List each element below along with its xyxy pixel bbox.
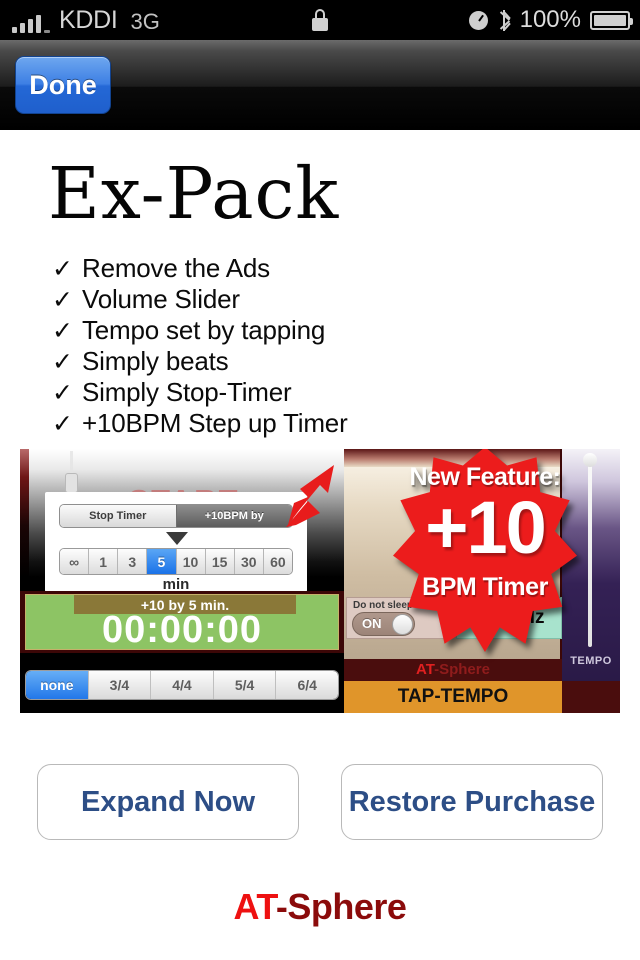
check-icon: ✓ xyxy=(52,348,73,376)
check-icon: ✓ xyxy=(52,255,73,283)
beats-bar: none 3/4 4/4 5/4 6/4 xyxy=(20,657,344,713)
bluetooth-icon xyxy=(497,9,511,31)
minutes-segmented-control: ∞ 1 3 5 10 15 30 60 xyxy=(59,548,293,575)
check-icon: ✓ xyxy=(52,317,73,345)
feature-list: ✓ Remove the Ads ✓ Volume Slider ✓ Tempo… xyxy=(52,255,572,441)
preview-brand-secondary: -Sphere xyxy=(434,661,490,678)
lock-icon xyxy=(312,9,328,31)
red-pointer-arrow-icon xyxy=(286,465,334,527)
minute-option[interactable]: 1 xyxy=(89,549,119,574)
feature-label: Remove the Ads xyxy=(82,253,270,283)
beat-option-none[interactable]: none xyxy=(26,671,89,699)
toggle-state-label: ON xyxy=(362,616,382,631)
beat-option-4-4[interactable]: 4/4 xyxy=(151,671,214,699)
done-button[interactable]: Done xyxy=(15,56,111,114)
volume-slider-thumb xyxy=(65,473,78,493)
feature-label: Simply Stop-Timer xyxy=(82,377,292,407)
badge-line-2: +10 xyxy=(425,486,547,569)
new-feature-badge: New Feature: +10 BPM Timer xyxy=(393,449,577,652)
list-item: ✓ Volume Slider xyxy=(52,286,572,316)
timer-digits: 00:00:00 xyxy=(101,609,263,651)
feature-label: Simply beats xyxy=(82,346,229,376)
feature-label: Tempo set by tapping xyxy=(82,315,326,345)
caret-down-icon xyxy=(166,532,188,545)
expand-now-button[interactable]: Expand Now xyxy=(37,764,299,840)
page-title: Ex-Pack xyxy=(48,152,340,235)
list-item: ✓ Tempo set by tapping xyxy=(52,317,572,347)
brand-logo: AT-Sphere xyxy=(0,886,640,928)
restore-purchase-button[interactable]: Restore Purchase xyxy=(341,764,603,840)
beats-segmented-control: none 3/4 4/4 5/4 6/4 xyxy=(25,670,339,700)
check-icon: ✓ xyxy=(52,410,73,438)
check-icon: ✓ xyxy=(52,379,73,407)
timer-display: +10 by 5 min. 00:00:00 xyxy=(25,594,339,650)
list-item: ✓ +10BPM Step up Timer xyxy=(52,410,572,440)
preview-brand: AT-Sphere xyxy=(344,661,562,678)
tempo-slider-track xyxy=(588,459,592,647)
status-bar-right: 100% xyxy=(468,6,633,33)
minute-option[interactable]: 60 xyxy=(263,549,292,574)
content-area: Ex-Pack ✓ Remove the Ads ✓ Volume Slider… xyxy=(0,131,640,960)
minute-option[interactable]: 15 xyxy=(205,549,235,574)
beat-option-6-4[interactable]: 6/4 xyxy=(276,671,338,699)
feature-label: Volume Slider xyxy=(82,284,240,314)
tempo-slider-label: TEMPO xyxy=(570,655,612,667)
list-item: ✓ Remove the Ads xyxy=(52,255,572,285)
timer-popover: Stop Timer +10BPM by ∞ 1 3 5 10 15 30 60 xyxy=(45,492,307,611)
minute-option-selected[interactable]: 5 xyxy=(147,549,177,574)
beat-option-5-4[interactable]: 5/4 xyxy=(213,671,277,699)
tap-tempo-button[interactable]: TAP-TEMPO xyxy=(344,681,562,713)
segment-stop-timer[interactable]: Stop Timer xyxy=(60,505,176,527)
brand-secondary: -Sphere xyxy=(275,886,407,927)
tempo-column-footer xyxy=(562,681,620,713)
timer-mode-segmented-control: Stop Timer +10BPM by xyxy=(59,504,293,528)
battery-percent-label: 100% xyxy=(519,6,581,33)
preview-left-edge xyxy=(20,449,29,577)
minute-option[interactable]: 3 xyxy=(118,549,148,574)
badge-line-3: BPM Timer xyxy=(422,573,548,601)
minute-option[interactable]: 30 xyxy=(234,549,264,574)
minute-option[interactable]: ∞ xyxy=(60,549,90,574)
minute-option[interactable]: 10 xyxy=(176,549,206,574)
app-preview-screenshot: START Stop Timer +10BPM by ∞ 1 3 5 10 1 xyxy=(20,449,620,713)
segment-plus10bpm[interactable]: +10BPM by xyxy=(175,505,292,527)
alarm-clock-icon xyxy=(468,10,488,30)
timer-display-frame: +10 by 5 min. 00:00:00 xyxy=(20,591,344,653)
tempo-slider-thumb[interactable] xyxy=(583,453,597,467)
status-bar: KDDI 3G 100% xyxy=(0,0,640,40)
list-item: ✓ Simply beats xyxy=(52,348,572,378)
check-icon: ✓ xyxy=(52,286,73,314)
navigation-bar: Done xyxy=(0,40,640,130)
feature-label: +10BPM Step up Timer xyxy=(82,408,348,438)
battery-icon xyxy=(590,10,633,30)
brand-primary: AT xyxy=(233,886,277,927)
beat-option-3-4[interactable]: 3/4 xyxy=(88,671,152,699)
list-item: ✓ Simply Stop-Timer xyxy=(52,379,572,409)
preview-brand-primary: AT xyxy=(416,661,435,678)
app-root: KDDI 3G 100% Done Ex-Pack ✓ Remove the A… xyxy=(0,0,640,960)
